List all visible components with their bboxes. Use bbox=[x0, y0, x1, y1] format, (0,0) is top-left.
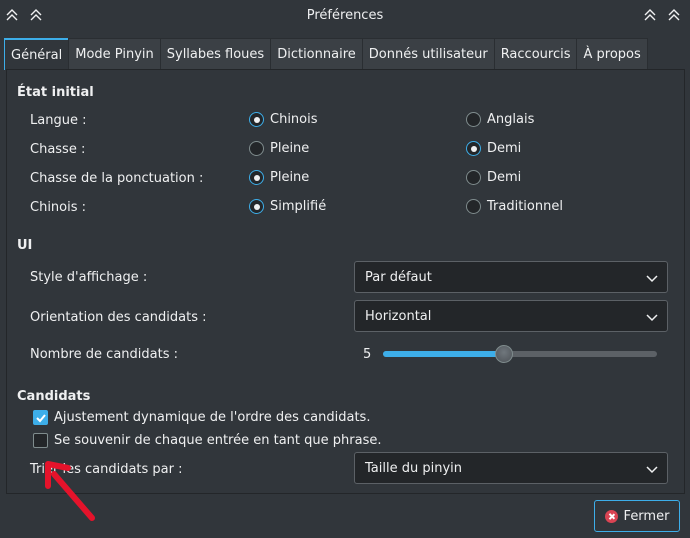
display-style-value: Par défaut bbox=[365, 269, 432, 285]
sort-by-select[interactable]: Taille du pinyin bbox=[354, 452, 668, 484]
tab-bar: Général Mode Pinyin Syllabes floues Dict… bbox=[4, 38, 648, 70]
orientation-select[interactable]: Horizontal bbox=[354, 300, 668, 332]
annotation-arrow-icon bbox=[45, 461, 95, 521]
remember-phrase-checkbox[interactable]: Se souvenir de chaque entrée en tant que… bbox=[33, 433, 381, 448]
close-button[interactable]: Fermer bbox=[594, 500, 680, 532]
checkbox-label: Ajustement dynamique de l'ordre des cand… bbox=[54, 410, 371, 425]
candidate-count-slider[interactable] bbox=[383, 351, 657, 357]
radio-indicator bbox=[249, 170, 264, 185]
candidates-heading: Candidats bbox=[17, 389, 91, 404]
chevron-down-icon bbox=[646, 466, 658, 474]
candidate-count-value: 5 bbox=[363, 347, 372, 362]
checkbox-indicator bbox=[33, 433, 48, 448]
display-style-select[interactable]: Par défaut bbox=[354, 261, 668, 293]
chevron-down-icon bbox=[646, 314, 658, 322]
close-icon bbox=[604, 509, 618, 523]
width-half-radio[interactable]: Demi bbox=[466, 141, 521, 156]
tab-shortcuts[interactable]: Raccourcis bbox=[493, 38, 578, 70]
radio-label: Traditionnel bbox=[487, 199, 563, 214]
close-window-icon[interactable] bbox=[666, 8, 682, 24]
radio-label: Simplifié bbox=[270, 199, 327, 214]
radio-indicator bbox=[249, 199, 264, 214]
width-label: Chasse : bbox=[30, 142, 86, 157]
radio-indicator bbox=[466, 199, 481, 214]
punctuation-half-radio[interactable]: Demi bbox=[466, 170, 521, 185]
radio-label: Pleine bbox=[270, 141, 310, 156]
radio-label: Chinois bbox=[270, 112, 318, 127]
candidate-count-label: Nombre de candidats : bbox=[30, 347, 178, 362]
tab-pinyin-mode[interactable]: Mode Pinyin bbox=[68, 38, 161, 70]
check-icon bbox=[36, 414, 46, 423]
tab-dictionary[interactable]: Dictionnaire bbox=[270, 38, 363, 70]
ui-heading: UI bbox=[17, 238, 33, 253]
radio-indicator bbox=[466, 170, 481, 185]
checkbox-indicator bbox=[33, 410, 48, 425]
radio-indicator bbox=[466, 112, 481, 127]
sort-by-value: Taille du pinyin bbox=[365, 460, 462, 476]
chinese-simplified-radio[interactable]: Simplifié bbox=[249, 199, 326, 214]
tab-general[interactable]: Général bbox=[4, 38, 70, 70]
slider-handle[interactable] bbox=[495, 345, 513, 363]
dynamic-adjust-checkbox[interactable]: Ajustement dynamique de l'ordre des cand… bbox=[33, 410, 370, 425]
maximize-icon[interactable] bbox=[642, 8, 658, 24]
language-chinese-radio[interactable]: Chinois bbox=[249, 112, 318, 127]
radio-label: Demi bbox=[487, 141, 522, 156]
language-label: Langue : bbox=[30, 113, 87, 128]
display-style-label: Style d'affichage : bbox=[30, 270, 148, 285]
radio-label: Pleine bbox=[270, 170, 310, 185]
tab-about[interactable]: À propos bbox=[576, 38, 648, 70]
punctuation-full-radio[interactable]: Pleine bbox=[249, 170, 309, 185]
slider-fill bbox=[383, 351, 504, 357]
checkbox-label: Se souvenir de chaque entrée en tant que… bbox=[54, 433, 382, 448]
language-english-radio[interactable]: Anglais bbox=[466, 112, 534, 127]
orientation-label: Orientation des candidats : bbox=[30, 310, 207, 325]
width-full-radio[interactable]: Pleine bbox=[249, 141, 309, 156]
radio-label: Anglais bbox=[487, 112, 535, 127]
title-bar: Préférences bbox=[0, 0, 690, 32]
radio-indicator bbox=[249, 112, 264, 127]
orientation-value: Horizontal bbox=[365, 308, 432, 324]
chinese-script-label: Chinois : bbox=[30, 200, 87, 215]
tab-user-data[interactable]: Donnés utilisateur bbox=[361, 38, 495, 70]
radio-indicator bbox=[466, 141, 481, 156]
initial-state-heading: État initial bbox=[17, 85, 94, 100]
radio-label: Demi bbox=[487, 170, 522, 185]
window-title: Préférences bbox=[306, 8, 384, 23]
close-button-label: Fermer bbox=[623, 508, 670, 524]
radio-indicator bbox=[249, 141, 264, 156]
chinese-traditional-radio[interactable]: Traditionnel bbox=[466, 199, 563, 214]
punctuation-width-label: Chasse de la ponctuation : bbox=[30, 171, 204, 186]
chevron-down-icon bbox=[646, 275, 658, 283]
tab-fuzzy-syllables[interactable]: Syllabes floues bbox=[159, 38, 272, 70]
